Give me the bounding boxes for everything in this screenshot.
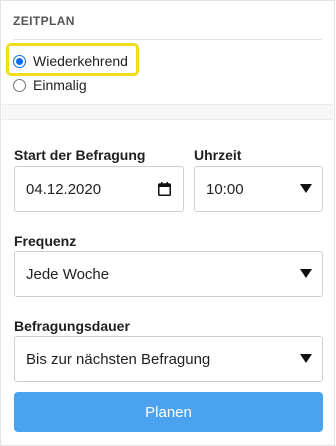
duration-select[interactable]: Bis zur nächsten Befragung (14, 336, 323, 382)
chevron-down-icon (300, 354, 312, 363)
radio-label-once: Einmalig (33, 77, 87, 93)
radio-button-once[interactable] (13, 78, 26, 92)
radio-label-recurring: Wiederkehrend (33, 53, 128, 69)
start-date-label: Start der Befragung (14, 147, 146, 163)
radio-option-recurring[interactable]: Wiederkehrend (13, 53, 128, 69)
calendar-icon[interactable] (158, 182, 171, 196)
schedule-panel: ZEITPLAN Wiederkehrend Einmalig Start de… (0, 0, 335, 446)
time-select[interactable]: 10:00 (194, 166, 323, 212)
frequency-label: Frequenz (14, 233, 77, 249)
time-value: 10:00 (206, 180, 244, 198)
start-date-value: 04.12.2020 (26, 180, 102, 198)
start-date-input[interactable]: 04.12.2020 (14, 166, 184, 212)
chevron-down-icon (300, 269, 312, 278)
radio-option-once[interactable]: Einmalig (13, 77, 87, 93)
radio-button-recurring[interactable] (13, 54, 26, 68)
frequency-value: Jede Woche (26, 265, 110, 283)
plan-button[interactable]: Planen (14, 392, 323, 432)
duration-value: Bis zur nächsten Befragung (26, 350, 211, 368)
section-header: ZEITPLAN (13, 14, 75, 28)
duration-label: Befragungsdauer (14, 318, 130, 334)
section-separator (2, 104, 333, 120)
header-divider (13, 39, 322, 40)
chevron-down-icon (300, 184, 312, 193)
frequency-select[interactable]: Jede Woche (14, 251, 323, 297)
time-label: Uhrzeit (194, 147, 242, 163)
